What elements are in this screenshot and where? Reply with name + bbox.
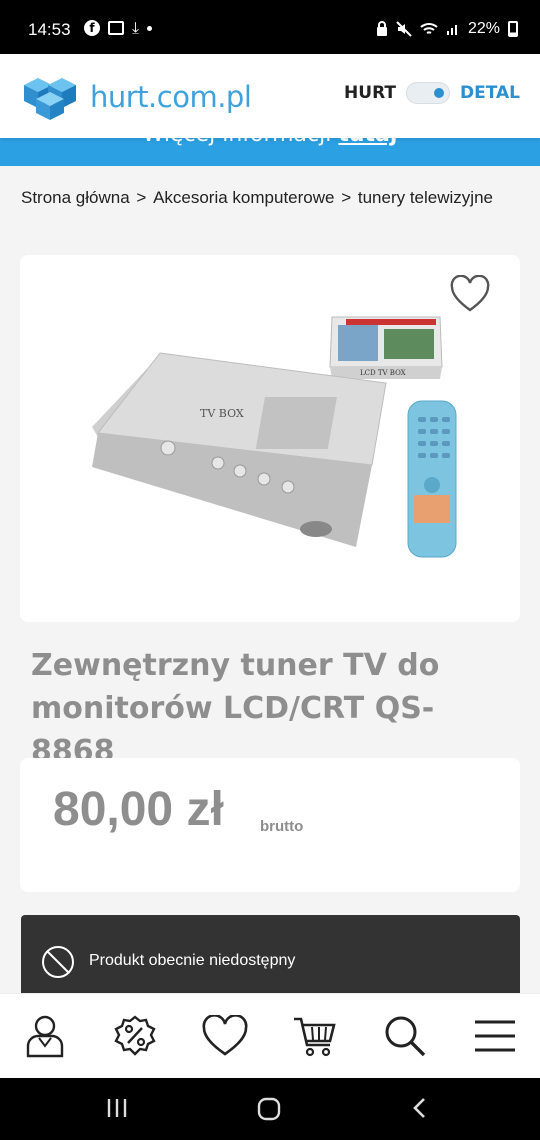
price-card: 80,00 zł brutto: [20, 758, 520, 892]
system-navigation-bar: [0, 1078, 540, 1140]
battery-icon: [508, 21, 518, 37]
signal-icon: [446, 25, 457, 35]
logo-text: hurt.com.pl: [90, 80, 252, 114]
promo-percent-icon: [114, 1015, 156, 1056]
back-icon[interactable]: [408, 1096, 432, 1120]
breadcrumb-item-subcategory[interactable]: tunery telewizyjne: [358, 188, 493, 207]
facebook-icon: f: [84, 20, 100, 36]
device-label-text: TV BOX: [200, 407, 244, 420]
breadcrumb: Strona główna > Akcesoria komputerowe > …: [21, 188, 540, 208]
mute-icon: [396, 21, 412, 37]
search-icon: [385, 1016, 426, 1057]
toggle-switch[interactable]: [406, 82, 450, 104]
wifi-icon: [420, 23, 438, 34]
toggle-label-detal[interactable]: DETAL: [460, 83, 520, 103]
breadcrumb-separator: >: [131, 188, 152, 207]
promotions-button[interactable]: [105, 1006, 165, 1066]
remote-control: [407, 400, 457, 558]
recent-apps-icon[interactable]: [105, 1096, 129, 1120]
wishlist-button[interactable]: [195, 1006, 255, 1066]
cart-button[interactable]: [285, 1006, 345, 1066]
search-button[interactable]: [375, 1006, 435, 1066]
status-bar: 14:53 f ⤓ 22%: [0, 0, 540, 54]
not-available-icon: [42, 946, 74, 978]
box-label-text: LCD TV BOX: [360, 369, 406, 377]
lock-icon: [376, 21, 387, 36]
price-mode-toggle[interactable]: HURT DETAL: [344, 82, 520, 104]
account-icon: [26, 1015, 64, 1058]
download-icon: ⤓: [132, 18, 140, 37]
toggle-label-hurt[interactable]: HURT: [344, 83, 396, 103]
site-logo[interactable]: hurt.com.pl: [20, 74, 252, 120]
breadcrumb-item-home[interactable]: Strona główna: [21, 188, 130, 207]
status-notification-icons: f ⤓: [84, 18, 153, 37]
breadcrumb-item-category[interactable]: Akcesoria komputerowe: [153, 188, 334, 207]
cart-icon: [294, 1017, 336, 1057]
product-photo: LCD TV BOX TV BOX: [92, 316, 457, 558]
availability-text: Produkt obecnie niedostępny: [89, 952, 296, 969]
tv-box-device: TV BOX: [92, 352, 387, 547]
bottom-navigation: [0, 993, 540, 1078]
gallery-icon: [108, 21, 124, 35]
toggle-knob: [434, 88, 444, 98]
wishlist-heart-icon: [202, 1015, 248, 1056]
home-icon[interactable]: [256, 1096, 282, 1122]
breadcrumb-separator: >: [336, 188, 356, 207]
menu-icon: [475, 1020, 515, 1052]
status-time: 14:53: [28, 20, 71, 39]
status-system-icons: 22%: [376, 20, 518, 38]
product-price: 80,00 zł: [53, 783, 224, 836]
product-image-card[interactable]: LCD TV BOX TV BOX: [20, 255, 520, 622]
more-dot-icon: [147, 25, 153, 31]
cube-logo-icon: [24, 78, 76, 120]
product-title: Zewnętrzny tuner TV do monitorów LCD/CRT…: [31, 648, 440, 769]
price-note: brutto: [260, 818, 304, 835]
product-box-image: LCD TV BOX: [329, 316, 443, 379]
site-header: hurt.com.pl HURT DETAL: [0, 54, 540, 138]
menu-button[interactable]: [465, 1006, 525, 1066]
account-button[interactable]: [15, 1006, 75, 1066]
battery-percent: 22%: [467, 20, 500, 37]
